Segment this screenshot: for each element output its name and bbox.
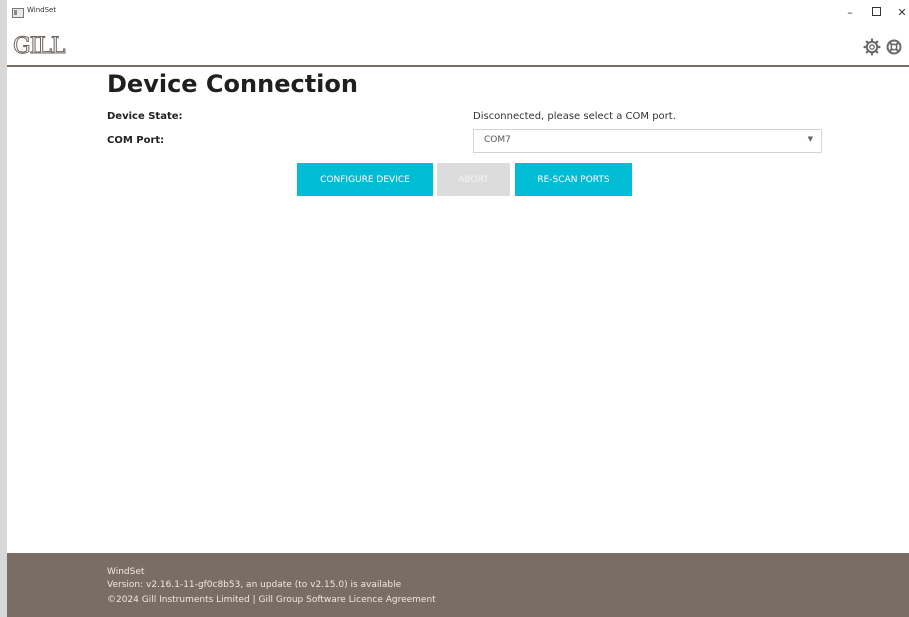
gear-icon[interactable]: [863, 38, 881, 56]
minimize-button[interactable]: –: [837, 5, 863, 21]
footer-version: Version: v2.16.1-11-gf0c8b53, an update …: [107, 580, 402, 590]
close-button[interactable]: ✕: [889, 5, 909, 21]
footer-separator: |: [252, 595, 256, 605]
com-port-select[interactable]: COM7 ▼: [473, 129, 822, 153]
device-state-label: Device State:: [107, 111, 183, 122]
lifebuoy-icon[interactable]: [885, 38, 903, 56]
footer: WindSet Version: v2.16.1-11-gf0c8b53, an…: [7, 553, 909, 617]
device-state-value: Disconnected, please select a COM port.: [473, 111, 676, 122]
gill-logo: GILL: [12, 34, 66, 59]
footer-app-name: WindSet: [107, 567, 145, 577]
app-header: GILL: [7, 28, 909, 67]
rescan-ports-button[interactable]: RE-SCAN PORTS: [515, 163, 632, 196]
window-title: WindSet: [27, 6, 57, 14]
footer-copyright-line: ©2024 Gill Instruments Limited | Gill Gr…: [107, 595, 436, 605]
dropdown-caret-icon: ▼: [807, 135, 813, 143]
com-port-selected-value: COM7: [484, 135, 511, 145]
configure-device-button[interactable]: CONFIGURE DEVICE: [297, 163, 433, 196]
licence-agreement-link[interactable]: Gill Group Software Licence Agreement: [259, 595, 436, 605]
maximize-button[interactable]: [863, 5, 889, 21]
com-port-label: COM Port:: [107, 135, 165, 146]
app-window: WindSet – ✕ GILL Device Connection Devic…: [7, 0, 909, 617]
maximize-icon: [871, 7, 881, 16]
page-title: Device Connection: [107, 70, 358, 98]
app-icon: [12, 8, 24, 18]
abort-button[interactable]: ABORT: [437, 163, 510, 196]
footer-copyright: ©2024 Gill Instruments Limited: [107, 595, 250, 605]
title-bar: WindSet – ✕: [7, 0, 909, 29]
